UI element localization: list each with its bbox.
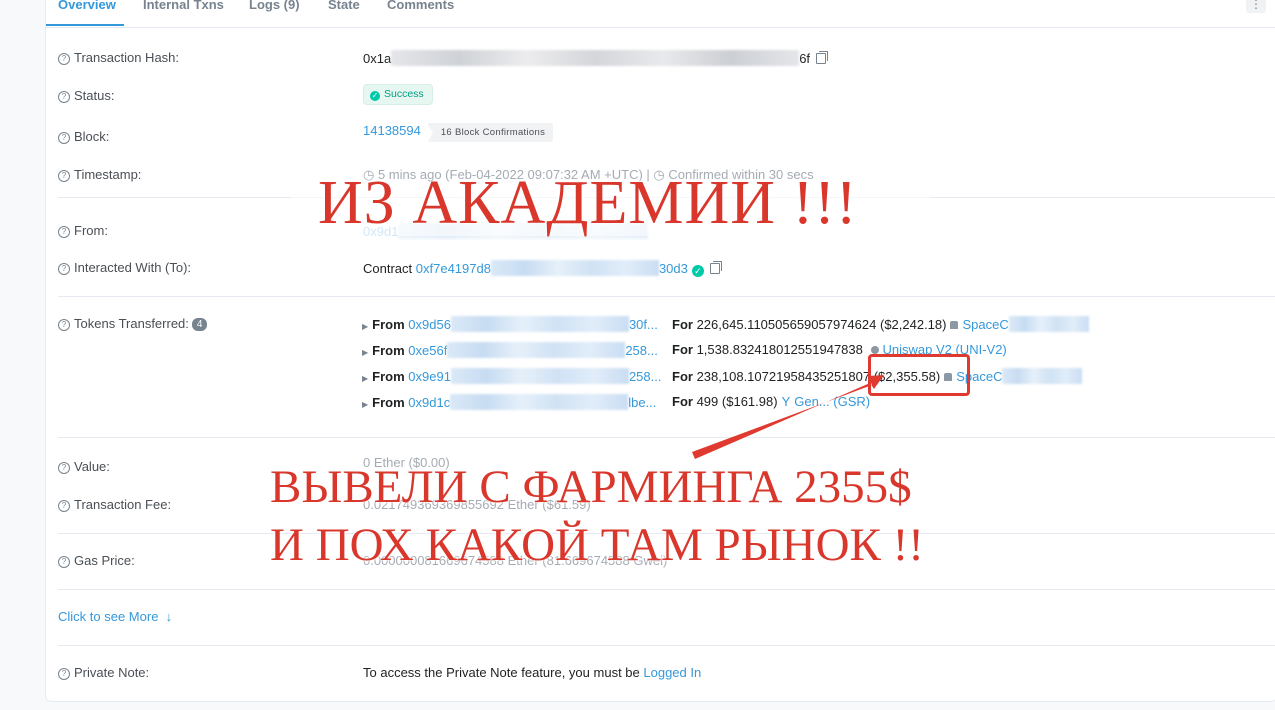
annotation-arrow (692, 375, 884, 459)
arrow-shape (692, 375, 884, 459)
